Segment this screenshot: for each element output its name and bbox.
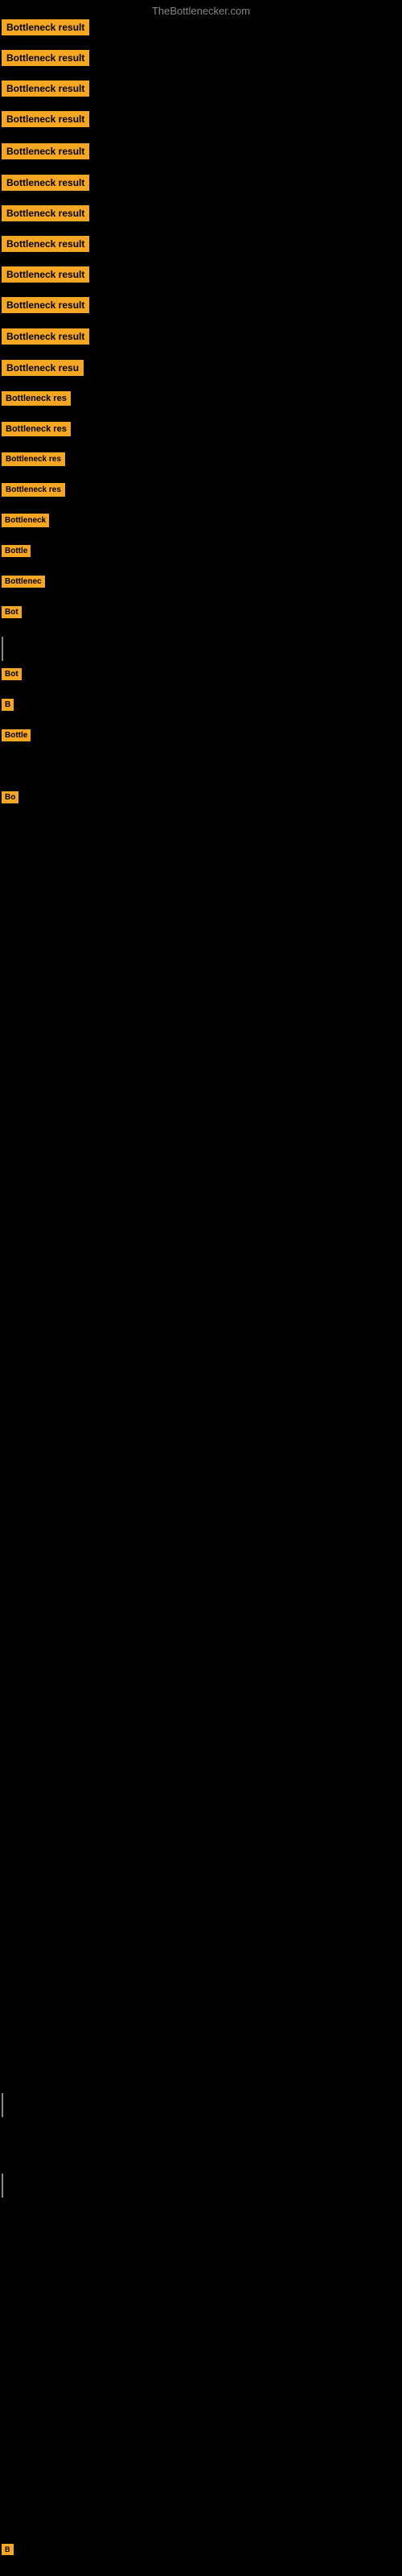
bottleneck-badge-10: Bottleneck result bbox=[2, 328, 89, 345]
bottleneck-badge-2: Bottleneck result bbox=[2, 80, 89, 97]
bottleneck-badge-17: Bottle bbox=[2, 545, 31, 557]
bottleneck-badge-12: Bottleneck res bbox=[2, 391, 71, 406]
bottleneck-badge-11: Bottleneck resu bbox=[2, 360, 84, 376]
bottleneck-badge-1: Bottleneck result bbox=[2, 50, 89, 66]
bottleneck-badge-7: Bottleneck result bbox=[2, 236, 89, 252]
bottleneck-badge-13: Bottleneck res bbox=[2, 422, 71, 436]
bottleneck-badge-15: Bottleneck res bbox=[2, 483, 65, 497]
site-title: TheBottlenecker.com bbox=[0, 5, 402, 17]
bottleneck-badge-9: Bottleneck result bbox=[2, 297, 89, 313]
vertical-line-2 bbox=[2, 2174, 3, 2198]
bottleneck-badge-14: Bottleneck res bbox=[2, 452, 65, 466]
bottleneck-badge-3: Bottleneck result bbox=[2, 111, 89, 127]
bottleneck-badge-8: Bottleneck result bbox=[2, 266, 89, 283]
bottleneck-badge-21: B bbox=[2, 699, 14, 711]
bottleneck-badge-4: Bottleneck result bbox=[2, 143, 89, 159]
bottleneck-badge-20: Bot bbox=[2, 668, 22, 680]
bottleneck-badge-6: Bottleneck result bbox=[2, 205, 89, 221]
bottleneck-badge-18: Bottlenec bbox=[2, 576, 45, 588]
small-badge-0: B bbox=[2, 2544, 14, 2555]
bottleneck-badge-5: Bottleneck result bbox=[2, 175, 89, 191]
bottleneck-badge-16: Bottleneck bbox=[2, 514, 49, 527]
vertical-line-0 bbox=[2, 637, 3, 661]
bottleneck-badge-19: Bot bbox=[2, 606, 22, 618]
bottleneck-badge-22: Bottle bbox=[2, 729, 31, 741]
bottleneck-badge-23: Bo bbox=[2, 791, 18, 803]
vertical-line-1 bbox=[2, 2093, 3, 2117]
bottleneck-badge-0: Bottleneck result bbox=[2, 19, 89, 35]
